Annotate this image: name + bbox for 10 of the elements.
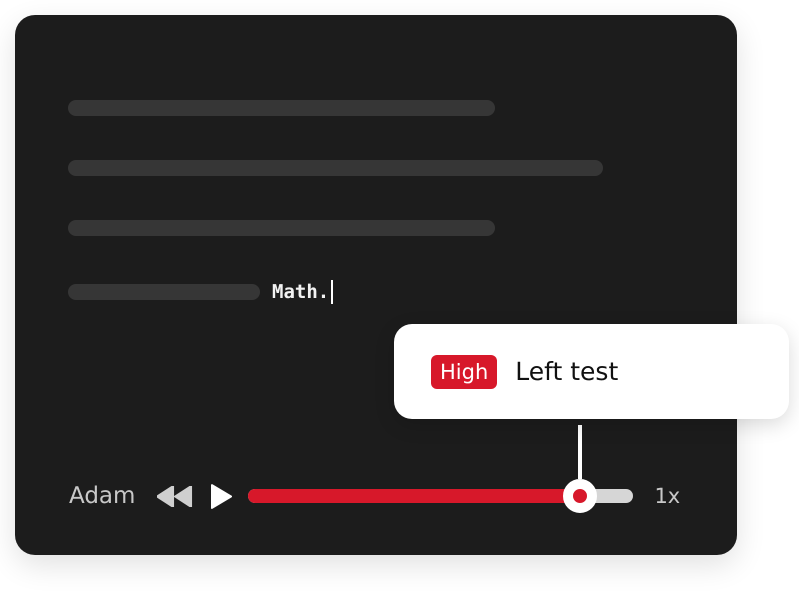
slider-thumb[interactable]: [562, 479, 597, 513]
tooltip-label: Left test: [515, 357, 618, 386]
rewind-icon[interactable]: [157, 486, 194, 506]
play-icon[interactable]: [211, 484, 232, 508]
playback-speed[interactable]: 1x: [654, 484, 680, 508]
priority-badge: High: [431, 354, 498, 388]
speaker-name: Adam: [69, 483, 136, 509]
text-cursor: [331, 280, 334, 304]
typed-text: Math.: [272, 281, 330, 303]
progress-slider[interactable]: [248, 479, 634, 513]
